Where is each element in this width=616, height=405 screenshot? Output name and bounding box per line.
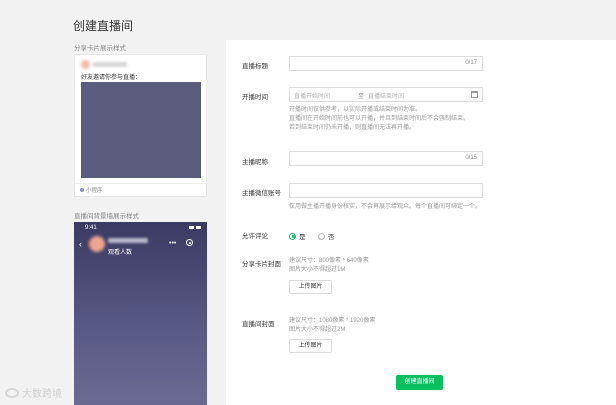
comment-yes-option[interactable]: 是 [289, 231, 306, 241]
end-time-placeholder: 直播结束时间 [368, 94, 405, 100]
comment-no-option[interactable]: 否 [318, 231, 335, 241]
invite-text: 好友邀请你参与直播： [81, 75, 142, 81]
page-title: 创建直播间 [73, 19, 134, 33]
background-preview-label: 直播间背景墙展示样式 [74, 213, 139, 220]
comment-label: 允许评论 [242, 233, 268, 240]
time-hint-2: 直播间在开始时间前也可以开播，并且到结束时间后不会强制结束。 [289, 116, 470, 122]
wechat-hint: 仅用做主播开播身份核实，不会再展示给观众。每个直播间可绑定一个。 [289, 204, 482, 210]
back-arrow-icon: ‹ [79, 239, 82, 249]
share-cover-hint-2: 图片大小不得超过1M [289, 267, 346, 273]
close-icon [186, 239, 193, 246]
share-cover-hint-1: 建议尺寸：800像素 * 640像素 [289, 258, 369, 264]
start-time-placeholder: 直播开始时间 [294, 94, 331, 100]
upload-share-cover-button[interactable]: 上传图片 [289, 280, 332, 294]
time-label: 开播时间 [242, 94, 268, 101]
viewers-label: 观看人数 [108, 250, 133, 256]
share-cover-label: 分享卡片封面 [242, 261, 281, 268]
share-cover-placeholder [81, 82, 201, 178]
comment-no-label: 否 [328, 234, 335, 241]
watermark-logo-icon [5, 387, 19, 398]
card-divider [75, 183, 206, 184]
room-cover-hint-2: 图片大小不得超过2M [289, 327, 346, 333]
title-input[interactable]: 0/17 [289, 56, 483, 71]
blurred-host-name [108, 238, 148, 243]
radio-no[interactable] [318, 232, 325, 240]
upload-room-cover-button[interactable]: 上传图片 [289, 339, 332, 353]
status-bar-icons [189, 226, 201, 229]
room-cover-hint-1: 建议尺寸：1080像素 * 1920像素 [289, 318, 376, 324]
room-cover-label: 直播间封面 [242, 321, 275, 328]
anchor-nickname-input[interactable]: 0/15 [289, 151, 483, 166]
blurred-nickname [93, 62, 127, 67]
status-bar-time: 9:41 [85, 225, 97, 231]
live-room-phone-preview: 9:41 ‹ 观看人数 ••• [74, 222, 207, 405]
wechat-account-input[interactable] [289, 183, 483, 198]
title-label: 直播标题 [242, 63, 268, 70]
time-hint-3: 若到结束时间仍未开播，则直播间无法再开播。 [289, 125, 416, 131]
mini-program-icon [80, 188, 84, 192]
comment-yes-label: 是 [299, 234, 306, 241]
anchor-counter: 0/15 [465, 155, 477, 161]
more-icon: ••• [169, 240, 177, 247]
watermark: 大数跨境 [5, 385, 62, 400]
wechat-label: 主播微信账号 [242, 190, 281, 197]
share-card-preview: 好友邀请你参与直播： 小程序 [74, 54, 207, 197]
mini-program-label: 小程序 [86, 188, 103, 194]
host-avatar [89, 236, 105, 252]
radio-yes[interactable] [289, 232, 296, 240]
title-counter: 0/17 [465, 60, 477, 66]
create-live-room-button[interactable]: 创建直播间 [396, 375, 443, 390]
calendar-icon[interactable] [471, 91, 478, 98]
time-range-picker[interactable]: 直播开始时间 至 直播结束时间 [289, 87, 483, 102]
time-hint-1: 开播时间仅供参考，以实际开播或结束时间为准。 [289, 107, 422, 113]
time-separator: 至 [358, 94, 365, 100]
mini-program-tag: 小程序 [80, 186, 103, 194]
avatar [81, 60, 90, 69]
watermark-text: 大数跨境 [22, 389, 62, 400]
anchor-label: 主播昵称 [242, 159, 268, 166]
share-card-preview-label: 分享卡片展示样式 [74, 45, 126, 52]
